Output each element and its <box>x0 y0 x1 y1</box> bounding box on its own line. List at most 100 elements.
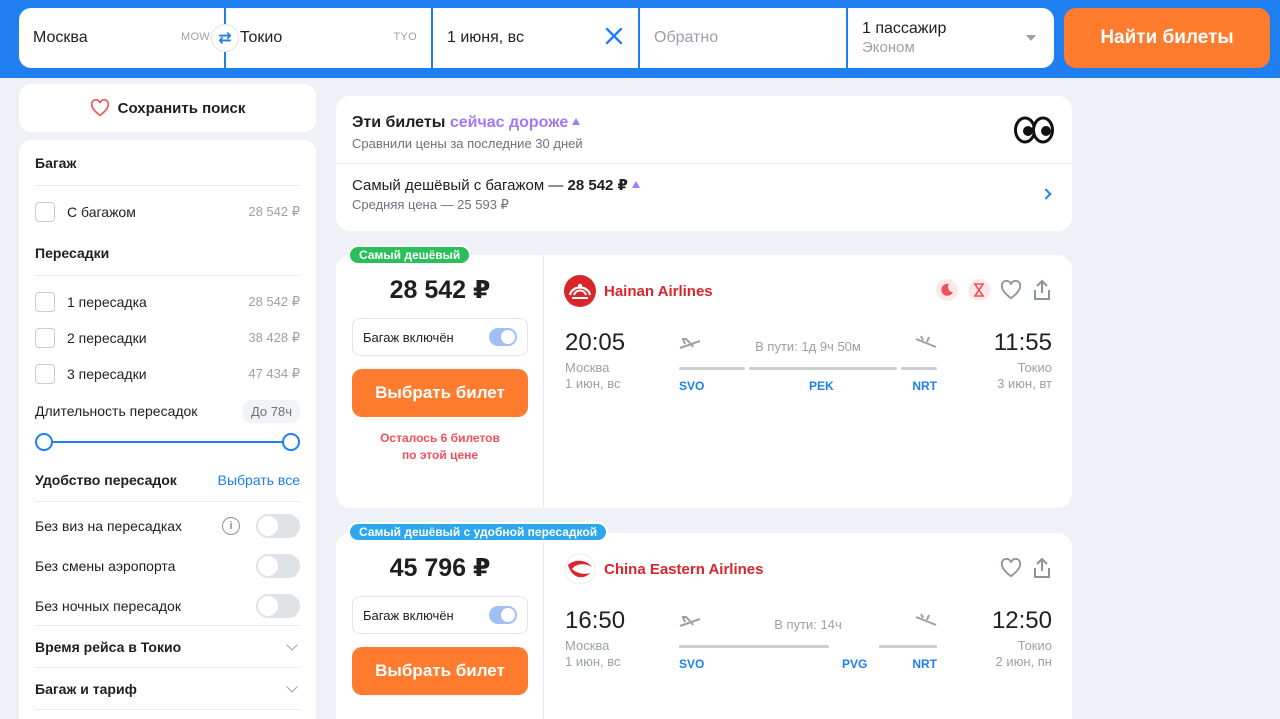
comfort-filter-title: Удобство пересадок <box>35 471 177 488</box>
airline-name: China Eastern Airlines <box>564 553 764 585</box>
accordion-label: Время рейса в Токио <box>35 638 182 655</box>
slider-handle-max[interactable] <box>282 433 300 451</box>
choose-ticket-button[interactable]: Выбрать билет <box>352 647 528 695</box>
toggle-row: Без ночных пересадок <box>35 586 300 626</box>
arrival-date: 3 июн, вт <box>997 376 1052 391</box>
toggle-label: Без виз на пересадках <box>35 518 183 534</box>
return-date-field[interactable]: Обратно <box>640 8 846 68</box>
airport-code: NRT <box>912 379 937 393</box>
trend-title-prefix: Эти билеты <box>352 114 450 131</box>
comfort-filter-header: Удобство пересадок Выбрать все <box>35 458 300 502</box>
checkbox[interactable] <box>35 328 55 348</box>
heart-icon[interactable] <box>1000 558 1022 578</box>
china-eastern-logo-icon <box>564 553 596 585</box>
airline-name: Hainan Airlines <box>564 275 713 307</box>
checkbox[interactable] <box>35 364 55 384</box>
slider-handle-min[interactable] <box>35 433 53 451</box>
route-segment <box>879 645 937 648</box>
ticket-card[interactable]: 28 542 ₽ Багаж включён Выбрать билет Ост… <box>336 255 1072 508</box>
filter-option[interactable]: 2 пересадки 38 428 ₽ <box>35 320 300 356</box>
ticket-card[interactable]: 45 796 ₽ Багаж включён Выбрать билет Chi… <box>336 533 1072 719</box>
accordion-baggage-fare[interactable]: Багаж и тариф <box>35 668 300 710</box>
arrival-time: 12:50 <box>991 607 1052 634</box>
route-segment <box>679 367 745 370</box>
layover-slider[interactable] <box>35 426 300 458</box>
filters-panel: Багаж С багажом 28 542 ₽ Пересадки 1 пер… <box>19 140 316 719</box>
cheapest-baggage-label: Самый дешёвый с багажом — <box>352 177 568 194</box>
flight-route: В пути: 14ч SVO PVG NRT <box>679 613 937 673</box>
destination-city: Токио <box>240 29 283 46</box>
checkbox[interactable] <box>35 292 55 312</box>
stops-filter-title: Пересадки <box>35 230 300 276</box>
layover-label: Длительность пересадок <box>35 403 198 419</box>
airline-label: China Eastern Airlines <box>604 560 764 578</box>
cabin-class: Эконом <box>862 39 915 56</box>
toggle-label: Без смены аэропорта <box>35 558 176 574</box>
baggage-included-toggle[interactable]: Багаж включён <box>352 596 528 634</box>
cheapest-badge: Самый дешёвый <box>348 245 472 265</box>
baggage-toggle-switch[interactable] <box>489 606 517 624</box>
flight-route: В пути: 1д 9ч 50м SVO PEK NRT <box>679 335 937 395</box>
landing-icon <box>915 335 937 348</box>
ticket-price: 28 542 ₽ <box>389 276 491 304</box>
swap-icon[interactable]: ⇄ <box>211 24 239 52</box>
departure-info: Москва 1 июн, вс <box>565 638 621 670</box>
filter-option-label: 3 пересадки <box>67 366 147 382</box>
filter-option[interactable]: С багажом 28 542 ₽ <box>35 194 300 230</box>
clear-icon[interactable] <box>602 24 626 48</box>
trend-up-icon <box>572 118 581 125</box>
ticket-actions <box>936 279 1052 301</box>
filter-option-label: 1 пересадка <box>67 294 147 310</box>
baggage-included-label: Багаж включён <box>363 607 454 623</box>
departure-city: Москва <box>565 638 610 653</box>
same-airport-toggle[interactable] <box>256 554 300 578</box>
airline-label: Hainan Airlines <box>604 282 713 300</box>
filter-option-price: 38 428 ₽ <box>248 330 300 345</box>
filter-option-label: 2 пересадки <box>67 330 147 346</box>
filter-option-price: 47 434 ₽ <box>248 366 300 381</box>
airport-code: SVO <box>679 379 705 393</box>
destination-field[interactable]: Токио TYO <box>226 8 431 68</box>
share-icon[interactable] <box>1032 279 1052 301</box>
filter-option[interactable]: 3 пересадки 47 434 ₽ <box>35 356 300 392</box>
share-icon[interactable] <box>1032 557 1052 579</box>
baggage-toggle-switch[interactable] <box>489 328 517 346</box>
ticket-actions <box>1000 557 1052 579</box>
accordion-label: Багаж и тариф <box>35 680 137 697</box>
trend-up-icon <box>632 181 640 188</box>
airport-code: PVG <box>842 657 868 671</box>
filter-option-label: С багажом <box>67 204 136 220</box>
save-search-label: Сохранить поиск <box>117 99 246 117</box>
no-visa-toggle[interactable] <box>256 514 300 538</box>
arrival-info: Токио 3 июн, вт <box>997 360 1052 392</box>
origin-field[interactable]: Москва MOW <box>19 8 224 68</box>
night-flight-icon <box>936 279 958 301</box>
filter-option[interactable]: 1 пересадка 28 542 ₽ <box>35 284 300 320</box>
depart-date-field[interactable]: 1 июня, вс <box>433 8 638 68</box>
filter-option-price: 28 542 ₽ <box>248 294 300 309</box>
select-all-link[interactable]: Выбрать все <box>218 472 300 488</box>
hainan-logo-icon <box>564 275 596 307</box>
tickets-left-line: Осталось 6 билетов <box>380 431 500 445</box>
cheapest-baggage-price: 28 542 ₽ <box>567 177 628 194</box>
arrival-info: Токио 2 июн, пн <box>996 638 1052 670</box>
baggage-included-toggle[interactable]: Багаж включён <box>352 318 528 356</box>
toggle-label: Без ночных пересадок <box>35 597 181 614</box>
route-segment <box>901 367 937 370</box>
arrival-city: Токио <box>1017 638 1052 653</box>
choose-ticket-button[interactable]: Выбрать билет <box>352 369 528 417</box>
no-night-layover-toggle[interactable] <box>256 593 300 618</box>
accordion-flight-time[interactable]: Время рейса в Токио <box>35 626 300 668</box>
passengers-field[interactable]: 1 пассажир Эконом <box>848 8 1054 68</box>
checkbox[interactable] <box>35 202 55 222</box>
filter-option-price: 28 542 ₽ <box>248 204 300 219</box>
departure-info: Москва 1 июн, вс <box>565 360 621 392</box>
baggage-included-label: Багаж включён <box>363 329 454 345</box>
cheapest-baggage-row[interactable]: Самый дешёвый с багажом — 28 542 ₽ Средн… <box>336 164 1072 213</box>
find-tickets-button[interactable]: Найти билеты <box>1064 8 1270 68</box>
convenient-layover-badge: Самый дешёвый с удобной пересадкой <box>348 522 609 542</box>
departure-time: 20:05 <box>565 329 626 356</box>
heart-icon[interactable] <box>1000 280 1022 300</box>
info-icon[interactable]: i <box>222 517 240 535</box>
save-search-button[interactable]: Сохранить поиск <box>19 84 316 132</box>
